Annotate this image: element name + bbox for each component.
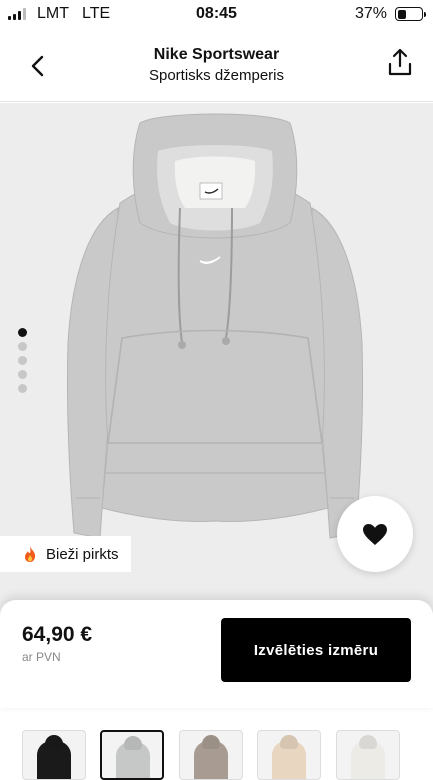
status-bar: LMT LTE 08:45 37%: [0, 0, 433, 30]
share-button[interactable]: [383, 45, 417, 79]
gallery-dot[interactable]: [18, 370, 27, 379]
color-variant-thumbnail[interactable]: [257, 730, 321, 780]
product-header: Nike Sportswear Sportisks džemperis: [0, 30, 433, 102]
brand-name: Nike Sportswear: [153, 46, 280, 63]
badge-label: Bieži pirkts: [46, 545, 119, 563]
variant-hood: [45, 735, 63, 749]
product-name: Sportisks džemperis: [148, 67, 285, 84]
battery-icon: [395, 7, 426, 21]
gallery-dot[interactable]: [18, 384, 27, 393]
variant-hood: [202, 735, 220, 749]
product-image: [66, 113, 364, 539]
product-image-gallery[interactable]: Bieži pirkts: [0, 103, 433, 613]
variant-hood: [280, 735, 298, 749]
color-variant-thumbnail[interactable]: [179, 730, 243, 780]
select-size-button[interactable]: Izvēlēties izmēru: [221, 618, 411, 682]
popular-badge: Bieži pirkts: [0, 536, 131, 572]
share-icon: [388, 48, 412, 76]
fire-icon: [25, 546, 36, 562]
gallery-dot[interactable]: [18, 356, 27, 365]
variant-hood: [359, 735, 377, 749]
color-variant-thumbnail[interactable]: [100, 730, 164, 780]
variant-hood: [124, 736, 142, 750]
color-variant-list: [0, 730, 433, 780]
favorite-button[interactable]: [337, 496, 413, 572]
gallery-dot[interactable]: [18, 328, 27, 337]
color-variant-thumbnail[interactable]: [22, 730, 86, 780]
gallery-pagination: [18, 328, 27, 393]
vat-note: ar PVN: [22, 650, 61, 664]
product-price: 64,90 €: [22, 623, 93, 646]
color-variant-thumbnail[interactable]: [336, 730, 400, 780]
battery-percent: 37%: [354, 5, 387, 22]
heart-icon: [363, 523, 387, 545]
gallery-dot[interactable]: [18, 342, 27, 351]
purchase-panel: 64,90 € ar PVN Izvēlēties izmēru: [0, 600, 433, 708]
